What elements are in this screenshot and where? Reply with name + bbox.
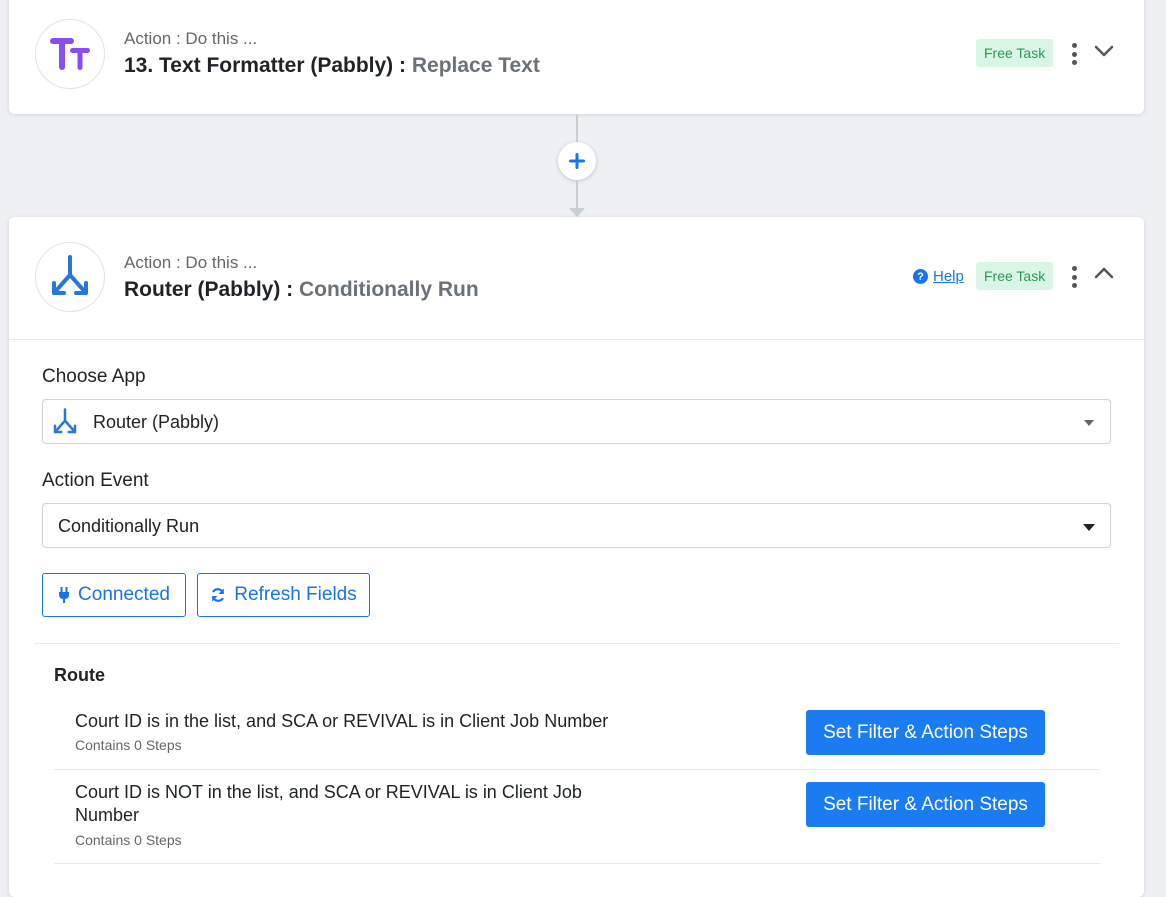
route-row: Court ID is in the list, and SCA or REVI… — [54, 695, 1100, 770]
step-title: Router (Pabbly) : Conditionally Run — [124, 278, 479, 302]
route-title: Route — [54, 665, 105, 685]
action-label: Action : Do this ... — [124, 253, 258, 272]
section-divider — [34, 643, 1119, 644]
step-event-name: Conditionally Run — [299, 278, 479, 301]
step-card-router[interactable]: Action : Do this ... Router (Pabbly) : C… — [9, 217, 1144, 897]
text-formatter-icon — [35, 19, 105, 89]
help-label: Help — [933, 268, 964, 285]
caret-down-icon — [1083, 524, 1095, 531]
more-options-icon[interactable] — [1070, 266, 1078, 288]
action-event-label: Action Event — [42, 470, 149, 491]
free-task-badge: Free Task — [976, 39, 1054, 67]
route-condition: Court ID is NOT in the list, and SCA or … — [75, 782, 582, 825]
action-event-value: Conditionally Run — [58, 516, 200, 536]
step-app-name: 13. Text Formatter (Pabbly) : — [124, 54, 412, 77]
router-icon — [53, 408, 77, 434]
connector-line — [576, 180, 578, 210]
set-filter-action-steps-button[interactable]: Set Filter & Action Steps — [806, 710, 1045, 755]
free-task-badge: Free Task — [976, 262, 1054, 290]
question-icon: ? — [913, 269, 928, 284]
connected-label: Connected — [78, 584, 170, 605]
step-app-name: Router (Pabbly) : — [124, 278, 300, 301]
chevron-down-icon[interactable] — [1094, 44, 1114, 58]
choose-app-select[interactable]: Router (Pabbly) — [42, 399, 1111, 444]
refresh-icon — [212, 588, 225, 602]
router-icon — [35, 242, 105, 312]
step-card-text-formatter[interactable]: Action : Do this ... 13. Text Formatter … — [9, 0, 1144, 114]
more-options-icon[interactable] — [1070, 43, 1078, 65]
route-condition: Court ID is in the list, and SCA or REVI… — [75, 711, 609, 731]
plug-icon — [59, 587, 70, 603]
set-filter-action-steps-button[interactable]: Set Filter & Action Steps — [806, 782, 1045, 827]
action-label: Action : Do this ... — [124, 29, 258, 48]
step-event-name: Replace Text — [411, 54, 540, 77]
refresh-fields-label: Refresh Fields — [234, 584, 357, 605]
add-step-button[interactable] — [558, 142, 596, 180]
plus-icon — [569, 153, 585, 169]
chevron-up-icon[interactable] — [1094, 266, 1114, 280]
help-link[interactable]: ? Help — [913, 268, 964, 285]
connector-arrow — [569, 208, 585, 217]
choose-app-label: Choose App — [42, 366, 146, 387]
action-event-select[interactable]: Conditionally Run — [42, 503, 1111, 548]
refresh-fields-button[interactable]: Refresh Fields — [197, 573, 370, 617]
route-row: Court ID is NOT in the list, and SCA or … — [54, 769, 1100, 864]
connected-button[interactable]: Connected — [42, 573, 186, 617]
choose-app-value: Router (Pabbly) — [93, 412, 220, 432]
step-title: 13. Text Formatter (Pabbly) : Replace Te… — [124, 54, 540, 78]
route-steps-count: Contains 0 Steps — [75, 832, 182, 848]
caret-down-icon — [1084, 420, 1094, 426]
connector-line — [576, 114, 578, 142]
route-steps-count: Contains 0 Steps — [75, 737, 182, 753]
header-divider — [9, 339, 1144, 340]
